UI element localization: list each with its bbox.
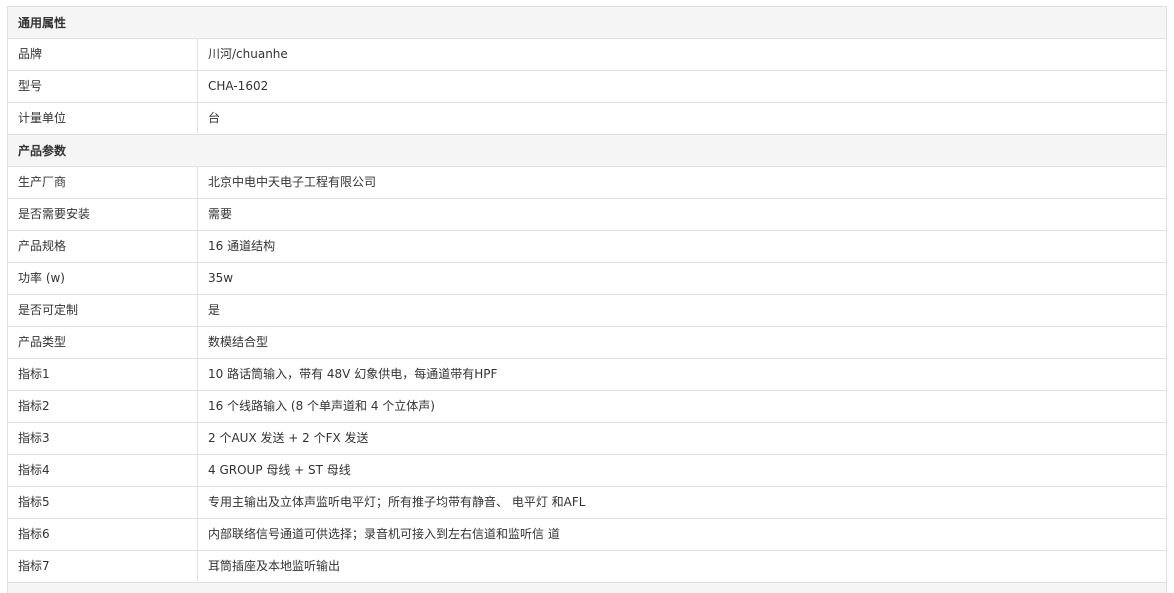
spec-value: 2 个AUX 发送 + 2 个FX 发送	[208, 431, 369, 445]
spec-row-model: 型号 CHA-1602	[8, 71, 1166, 103]
spec-row-installation: 是否需要安装 需要	[8, 199, 1166, 231]
spec-row-power: 功率 (w) 35w	[8, 263, 1166, 295]
spec-label: 品牌	[8, 39, 198, 70]
spec-value: 内部联络信号通道可供选择；录音机可接入到左右信道和监听信 道	[208, 527, 560, 541]
spec-value: 16 个线路输入 (8 个单声道和 4 个立体声)	[208, 399, 435, 413]
spec-value: 35w	[208, 271, 234, 285]
spec-label: 指标5	[8, 487, 198, 518]
spec-value: 川河/chuanhe	[208, 47, 288, 61]
spec-row-indicator-4: 指标4 4 GROUP 母线 + ST 母线	[8, 455, 1166, 487]
spec-label: 是否可定制	[8, 295, 198, 326]
spec-row-indicator-6: 指标6 内部联络信号通道可供选择；录音机可接入到左右信道和监听信 道	[8, 519, 1166, 551]
spec-label: 生产厂商	[8, 167, 198, 198]
spec-row-manufacturer: 生产厂商 北京中电中天电子工程有限公司	[8, 167, 1166, 199]
spec-value: 北京中电中天电子工程有限公司	[208, 175, 377, 189]
spec-row-indicator-1: 指标1 10 路话筒输入，带有 48V 幻象供电，每通道带有HPF	[8, 359, 1166, 391]
spec-row-product-type: 产品类型 数模结合型	[8, 327, 1166, 359]
spec-value: 需要	[208, 207, 233, 221]
section-header-product-params: 产品参数	[8, 135, 1166, 167]
spec-value: 16 通道结构	[208, 239, 276, 253]
spec-value: 专用主输出及立体声监听电平灯；所有推子均带有静音、 电平灯 和AFL	[208, 495, 586, 509]
spec-label: 指标4	[8, 455, 198, 486]
spec-value: 10 路话筒输入，带有 48V 幻象供电，每通道带有HPF	[208, 367, 498, 381]
spec-label: 指标1	[8, 359, 198, 390]
section-header-general: 通用属性	[8, 7, 1166, 39]
spec-value: CHA-1602	[208, 79, 269, 93]
spec-label: 产品规格	[8, 231, 198, 262]
spec-label: 指标6	[8, 519, 198, 550]
spec-label: 功率 (w)	[8, 263, 198, 294]
spec-value: 数模结合型	[208, 335, 269, 349]
spec-row-brand: 品牌 川河/chuanhe	[8, 39, 1166, 71]
spec-value: 4 GROUP 母线 + ST 母线	[208, 463, 351, 477]
spec-value: 耳筒插座及本地监听输出	[208, 559, 341, 573]
spec-value: 是	[208, 303, 221, 317]
product-spec-table: 通用属性 品牌 川河/chuanhe 型号 CHA-1602 计量单位 台 产品…	[7, 6, 1167, 593]
spec-label: 计量单位	[8, 103, 198, 134]
spec-row-customizable: 是否可定制 是	[8, 295, 1166, 327]
spec-label: 指标3	[8, 423, 198, 454]
spec-label: 产品类型	[8, 327, 198, 358]
spec-row-indicator-5: 指标5 专用主输出及立体声监听电平灯；所有推子均带有静音、 电平灯 和AFL	[8, 487, 1166, 519]
spec-row-indicator-3: 指标3 2 个AUX 发送 + 2 个FX 发送	[8, 423, 1166, 455]
spec-row-specification: 产品规格 16 通道结构	[8, 231, 1166, 263]
spec-label: 是否需要安装	[8, 199, 198, 230]
spec-row-unit: 计量单位 台	[8, 103, 1166, 135]
spec-label: 型号	[8, 71, 198, 102]
spec-row-indicator-2: 指标2 16 个线路输入 (8 个单声道和 4 个立体声)	[8, 391, 1166, 423]
spec-row-indicator-7: 指标7 耳筒插座及本地监听输出	[8, 551, 1166, 583]
spec-label: 指标2	[8, 391, 198, 422]
spec-value: 台	[208, 111, 221, 125]
spec-label: 指标7	[8, 551, 198, 582]
